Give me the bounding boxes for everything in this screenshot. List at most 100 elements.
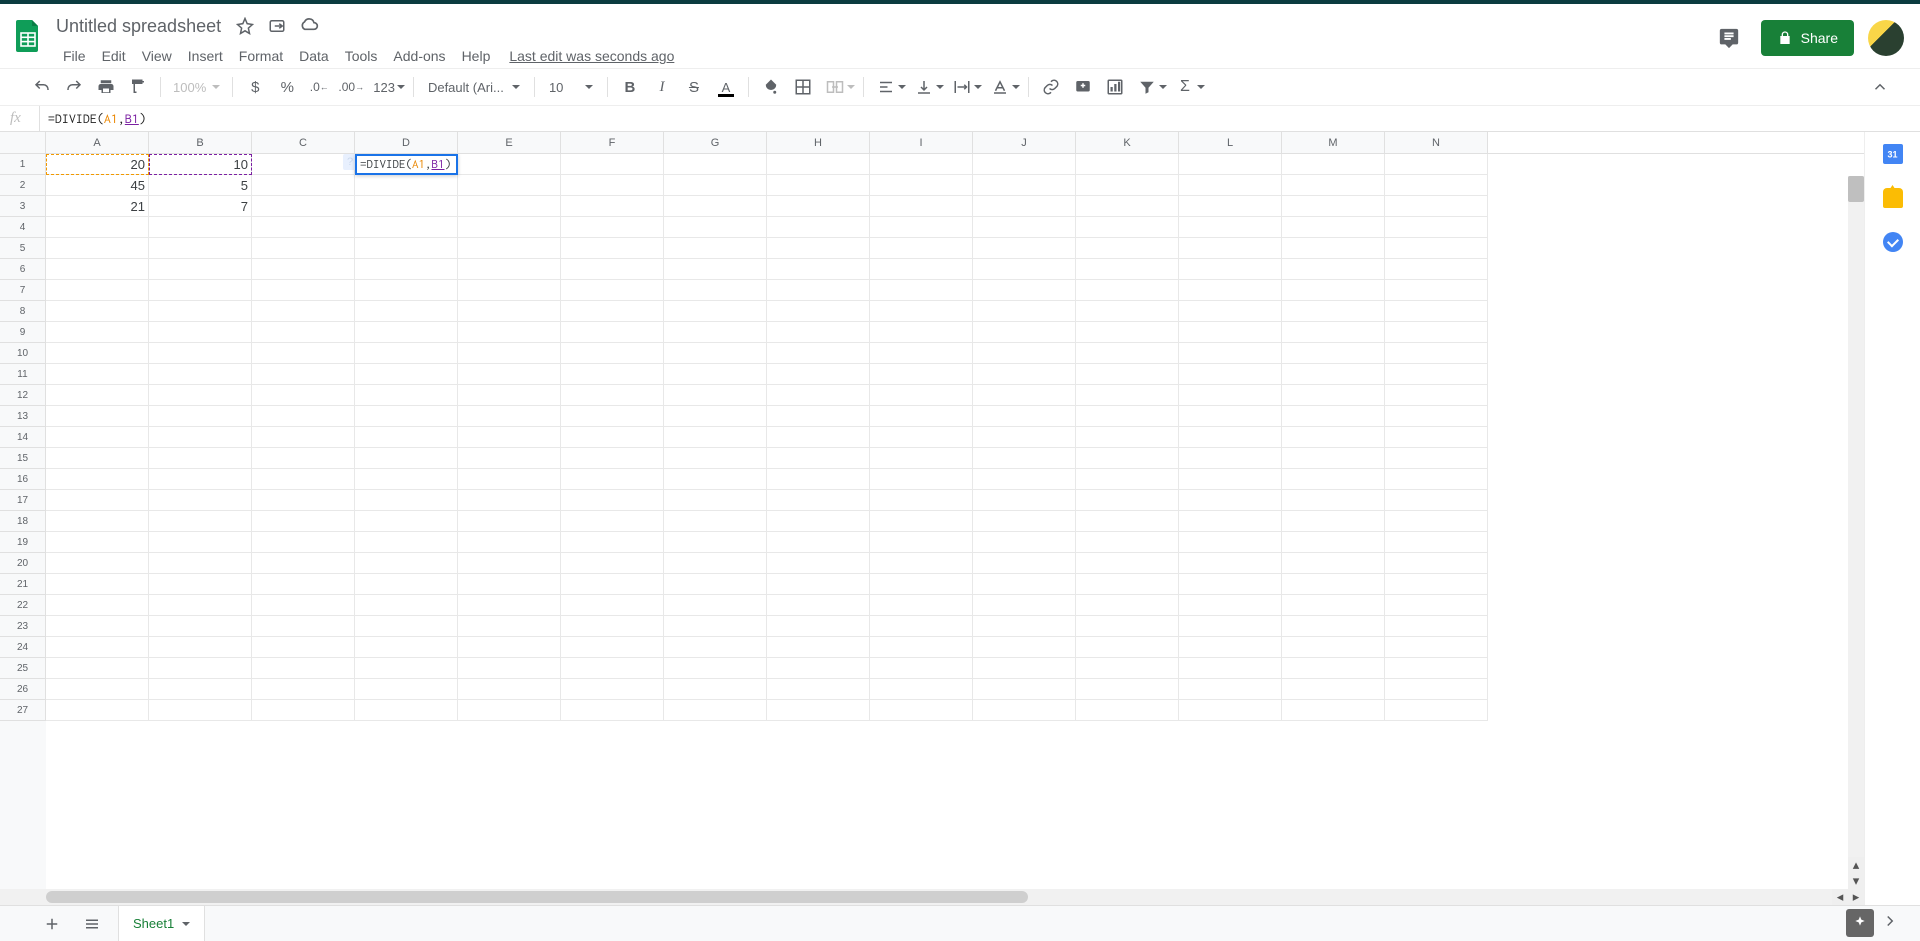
insert-comment-button[interactable] [1069,73,1097,101]
cell-L26[interactable] [1179,679,1282,700]
cell-H15[interactable] [767,448,870,469]
cell-C19[interactable] [252,532,355,553]
cell-K8[interactable] [1076,301,1179,322]
cell-A16[interactable] [46,469,149,490]
cell-N21[interactable] [1385,574,1488,595]
cell-J1[interactable] [973,154,1076,175]
cell-A21[interactable] [46,574,149,595]
cell-K22[interactable] [1076,595,1179,616]
active-cell-d1[interactable]: =DIVIDE(A1,B1) [355,154,458,175]
cell-F10[interactable] [561,343,664,364]
cell-C7[interactable] [252,280,355,301]
cell-L7[interactable] [1179,280,1282,301]
cell-B23[interactable] [149,616,252,637]
cell-B24[interactable] [149,637,252,658]
cell-J23[interactable] [973,616,1076,637]
insert-chart-button[interactable] [1101,73,1129,101]
column-header-f[interactable]: F [561,132,664,153]
cell-M5[interactable] [1282,238,1385,259]
cell-A11[interactable] [46,364,149,385]
functions-button[interactable]: Σ [1171,73,1205,101]
cell-B5[interactable] [149,238,252,259]
cell-E21[interactable] [458,574,561,595]
cell-I23[interactable] [870,616,973,637]
cell-E3[interactable] [458,196,561,217]
cell-D9[interactable] [355,322,458,343]
cell-M26[interactable] [1282,679,1385,700]
print-button[interactable] [92,73,120,101]
row-header-22[interactable]: 22 [0,595,46,616]
menu-data[interactable]: Data [292,44,336,68]
cell-G27[interactable] [664,700,767,721]
cell-E4[interactable] [458,217,561,238]
cell-N27[interactable] [1385,700,1488,721]
cell-H16[interactable] [767,469,870,490]
cell-H10[interactable] [767,343,870,364]
cell-I27[interactable] [870,700,973,721]
cell-C4[interactable] [252,217,355,238]
cell-H13[interactable] [767,406,870,427]
horizontal-scrollbar[interactable]: ◂ ▸ [0,889,1864,905]
cell-H9[interactable] [767,322,870,343]
cell-M22[interactable] [1282,595,1385,616]
cell-L8[interactable] [1179,301,1282,322]
row-header-16[interactable]: 16 [0,469,46,490]
cell-K16[interactable] [1076,469,1179,490]
cell-A24[interactable] [46,637,149,658]
cell-N16[interactable] [1385,469,1488,490]
cell-A8[interactable] [46,301,149,322]
cell-B18[interactable] [149,511,252,532]
cell-M25[interactable] [1282,658,1385,679]
column-header-g[interactable]: G [664,132,767,153]
cell-B1[interactable]: 10 [149,154,252,175]
cell-B11[interactable] [149,364,252,385]
cell-K10[interactable] [1076,343,1179,364]
horizontal-align-button[interactable] [872,73,906,101]
increase-decimal-button[interactable]: .00→ [337,73,365,101]
column-header-b[interactable]: B [149,132,252,153]
fill-color-button[interactable] [757,73,785,101]
scroll-right-arrow[interactable]: ▸ [1848,889,1864,905]
cell-K7[interactable] [1076,280,1179,301]
cell-F13[interactable] [561,406,664,427]
cell-K27[interactable] [1076,700,1179,721]
cell-N17[interactable] [1385,490,1488,511]
cell-C5[interactable] [252,238,355,259]
text-wrap-button[interactable] [948,73,982,101]
cell-H25[interactable] [767,658,870,679]
cell-E15[interactable] [458,448,561,469]
cell-B16[interactable] [149,469,252,490]
cell-A14[interactable] [46,427,149,448]
cell-M8[interactable] [1282,301,1385,322]
cell-K1[interactable] [1076,154,1179,175]
cell-B13[interactable] [149,406,252,427]
column-header-e[interactable]: E [458,132,561,153]
column-header-i[interactable]: I [870,132,973,153]
cell-M20[interactable] [1282,553,1385,574]
cell-L25[interactable] [1179,658,1282,679]
cell-L27[interactable] [1179,700,1282,721]
cell-M18[interactable] [1282,511,1385,532]
cell-K23[interactable] [1076,616,1179,637]
cell-C17[interactable] [252,490,355,511]
cell-M2[interactable] [1282,175,1385,196]
cell-K19[interactable] [1076,532,1179,553]
doc-title[interactable]: Untitled spreadsheet [56,16,221,37]
cell-B2[interactable]: 5 [149,175,252,196]
cell-J15[interactable] [973,448,1076,469]
cell-N2[interactable] [1385,175,1488,196]
cell-A6[interactable] [46,259,149,280]
cell-N7[interactable] [1385,280,1488,301]
cell-B6[interactable] [149,259,252,280]
cell-G8[interactable] [664,301,767,322]
cell-F7[interactable] [561,280,664,301]
cell-N23[interactable] [1385,616,1488,637]
cell-J5[interactable] [973,238,1076,259]
cell-F23[interactable] [561,616,664,637]
cell-C25[interactable] [252,658,355,679]
cell-E9[interactable] [458,322,561,343]
cell-F14[interactable] [561,427,664,448]
cell-I6[interactable] [870,259,973,280]
row-header-15[interactable]: 15 [0,448,46,469]
cell-J6[interactable] [973,259,1076,280]
